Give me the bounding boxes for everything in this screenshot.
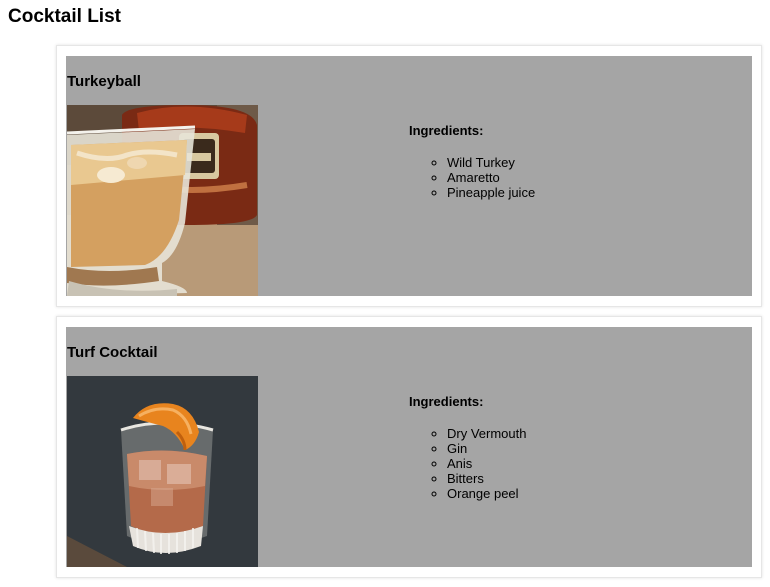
- ingredient-item: Gin: [447, 441, 729, 456]
- cocktail-card-content: Turkeyball Ingredients: ◦ Wild Turkey ◦ …: [66, 56, 752, 296]
- page-title: Cocktail List: [8, 6, 121, 27]
- ingredient-item: Orange peel: [447, 486, 729, 501]
- ingredient-list: Wild Turkey Amaretto Pineapple juice: [409, 155, 729, 200]
- cocktail-name: Turkeyball: [67, 73, 141, 90]
- ingredients-heading: Ingredients:: [409, 394, 484, 409]
- ingredients-section: Ingredients: Wild Turkey Amaretto Pineap…: [409, 123, 729, 200]
- ingredient-list: Dry Vermouth Gin Anis Bitters Orange pee…: [409, 426, 729, 501]
- ingredient-item: Bitters: [447, 471, 729, 486]
- cocktail-name: Turf Cocktail: [67, 344, 158, 361]
- cocktail-image: [67, 105, 258, 296]
- ingredient-item: Anis: [447, 456, 729, 471]
- cocktail-image: [67, 376, 258, 567]
- ingredients-section: Ingredients: Dry Vermouth Gin Anis Bitte…: [409, 394, 729, 501]
- ingredient-item: Pineapple juice: [447, 185, 729, 200]
- cocktail-card-content: Turf Cocktail Ingredients: ◦ Dry Vermout…: [66, 327, 752, 567]
- ingredients-heading: Ingredients:: [409, 123, 484, 138]
- cocktail-card: Turf Cocktail Ingredients: ◦ Dry Vermout…: [56, 316, 762, 578]
- ingredient-item: Wild Turkey: [447, 155, 729, 170]
- ingredient-item: Amaretto: [447, 170, 729, 185]
- ingredient-item: Dry Vermouth: [447, 426, 729, 441]
- cocktail-card: Turkeyball Ingredients: ◦ Wild Turkey ◦ …: [56, 45, 762, 307]
